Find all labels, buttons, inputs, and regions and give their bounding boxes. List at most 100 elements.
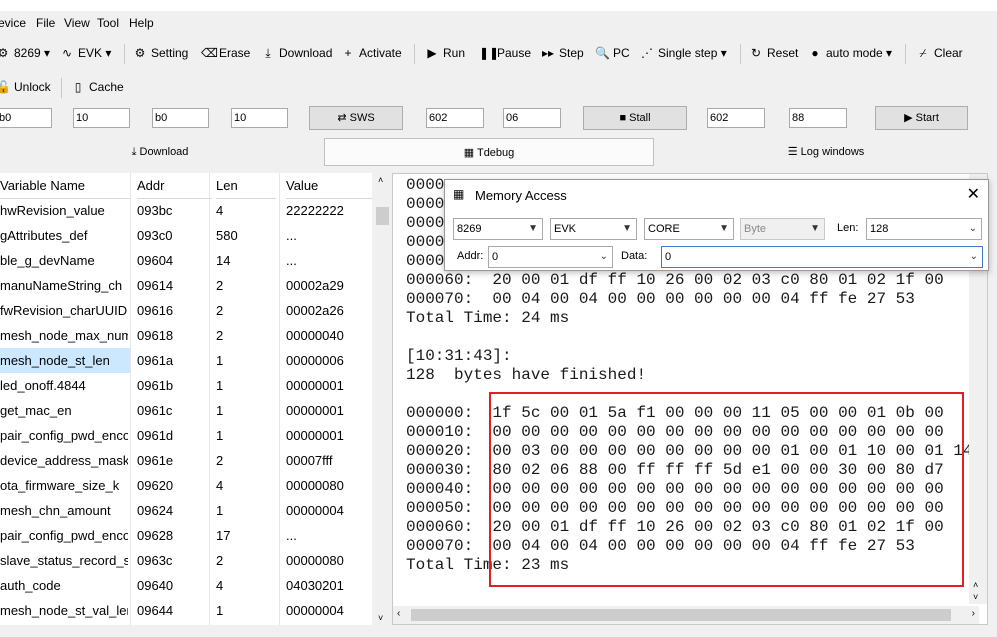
menu-view[interactable]: View xyxy=(64,14,90,32)
table-row[interactable]: pair_config_pwd_encode 09628 17... xyxy=(0,523,372,548)
scroll-down-icon[interactable]: ˅ xyxy=(378,613,383,623)
scroll-right-icon[interactable]: › xyxy=(972,608,975,619)
table-row[interactable]: ota_firmware_size_k 09620 4 00000080 xyxy=(0,473,372,498)
clear-button[interactable]: ⌿ Clear xyxy=(916,40,963,66)
scroll-up-icon[interactable]: ˄ xyxy=(378,175,383,185)
clear-label: Clear xyxy=(934,46,963,60)
table-row[interactable]: led_onoff.4844 0961b 1 00000001 xyxy=(0,373,372,398)
highlight-box xyxy=(489,392,964,587)
scroll-left-icon[interactable]: ‹ xyxy=(397,608,400,619)
single-step-button[interactable]: ⋰ Single step ▾ xyxy=(640,40,727,66)
table-row[interactable]: fwRevision_charUUID 09616 2 00002a26 xyxy=(0,298,372,323)
menu-bar: evice File View Tool Help xyxy=(0,14,997,32)
log-horizontal-scrollbar[interactable]: ‹ › xyxy=(393,606,979,624)
param-field-1[interactable]: b0 xyxy=(0,108,52,128)
tab-log-windows[interactable]: ☰ Log windows xyxy=(656,138,996,166)
table-row[interactable]: ble_g_devName 09604 14... xyxy=(0,248,372,273)
table-row[interactable]: mesh_node_max_num 09618 2 00000040 xyxy=(0,323,372,348)
setting-button[interactable]: ⚙ Setting xyxy=(133,40,189,66)
region-combo[interactable]: CORE ▼ xyxy=(644,218,734,240)
column-header-addr[interactable]: Addr xyxy=(137,173,212,199)
start-button[interactable]: ▶ Start xyxy=(875,106,968,130)
table-row[interactable]: manuNameString_ch 09614 2 00002a29 xyxy=(0,273,372,298)
table-row[interactable]: slave_status_record_size 0963c 2 00000080 xyxy=(0,548,372,573)
h-scroll-thumb[interactable] xyxy=(411,609,951,621)
table-row[interactable]: mesh_node_st_val_len 09644 1 00000004 xyxy=(0,598,372,623)
unlock-button[interactable]: 🔓 Unlock xyxy=(0,74,51,100)
stall-button[interactable]: ■ Stall xyxy=(583,106,687,130)
board-select[interactable]: ∿ EVK ▾ xyxy=(60,40,111,66)
erase-button[interactable]: ⌫Erase xyxy=(201,40,250,66)
table-row[interactable]: get_mac_en 0961c 1 00000001 xyxy=(0,398,372,423)
activate-button[interactable]: + Activate xyxy=(341,40,401,66)
table-row[interactable]: auth_code 09640 4 04030201 xyxy=(0,573,372,598)
chevron-down-icon: ⌄ xyxy=(968,223,977,234)
table-vertical-scrollbar[interactable]: ˄ ˅ xyxy=(374,173,391,625)
menu-device[interactable]: evice xyxy=(0,14,26,32)
param-field-7[interactable]: 602 xyxy=(707,108,765,128)
search-icon: 🔍 xyxy=(595,46,610,60)
chevron-down-icon: ⌄ xyxy=(969,251,978,262)
scroll-up-icon[interactable]: ˄ xyxy=(973,580,978,590)
menu-file[interactable]: File xyxy=(36,14,55,32)
chevron-down-icon: ▼ xyxy=(622,223,632,234)
column-header-variable-name[interactable]: Variable Name xyxy=(0,173,130,199)
cell-value: 00000004 xyxy=(286,503,344,518)
addr-combo[interactable]: 0 ⌄ xyxy=(488,246,613,268)
table-row[interactable]: mesh_chn_amount 09624 1 00000004 xyxy=(0,498,372,523)
cache-label: Cache xyxy=(89,80,124,94)
table-row[interactable]: mesh_node_st_len 0961a 1 00000006 xyxy=(0,348,372,373)
table-row[interactable]: gAttributes_def 093c0 580... xyxy=(0,223,372,248)
chip-value: 8269 xyxy=(457,223,482,235)
column-header-value[interactable]: Value xyxy=(286,173,372,199)
len-combo[interactable]: 128 ⌄ xyxy=(866,218,982,240)
cell-variable-name: pair_config_pwd_encode xyxy=(0,428,128,443)
param-field-3[interactable]: b0 xyxy=(152,108,209,128)
table-row[interactable]: hwRevision_value 093bc 4 22222222 xyxy=(0,198,372,223)
menu-help[interactable]: Help xyxy=(129,14,154,32)
column-header-len[interactable]: Len xyxy=(216,173,276,199)
scroll-down-icon[interactable]: ˅ xyxy=(973,592,978,602)
stop-icon: ■ xyxy=(619,112,627,124)
close-icon[interactable]: ✕ xyxy=(967,184,980,204)
cell-variable-name: mesh_node_st_len xyxy=(0,353,110,368)
pc-button[interactable]: 🔍 PC xyxy=(595,40,630,66)
chip-combo[interactable]: 8269 ▼ xyxy=(453,218,543,240)
scroll-thumb[interactable] xyxy=(376,207,389,225)
param-field-4[interactable]: 10 xyxy=(231,108,288,128)
len-label: Len: xyxy=(837,222,859,234)
single-step-label: Single step xyxy=(658,46,718,60)
cell-addr: 09644 xyxy=(137,603,174,618)
addr-label: Addr: xyxy=(457,250,484,262)
param-field-5[interactable]: 602 xyxy=(426,108,484,128)
auto-mode-icon: ● xyxy=(811,46,819,60)
menu-tool[interactable]: Tool xyxy=(97,14,119,32)
cell-addr: 0961d xyxy=(137,428,174,443)
pause-button[interactable]: ❚❚Pause xyxy=(479,40,531,66)
data-combo[interactable]: 0 ⌄ xyxy=(661,246,983,268)
download-icon: ⤓ xyxy=(265,46,271,60)
param-field-2[interactable]: 10 xyxy=(73,108,130,128)
param-field-6[interactable]: 06 xyxy=(503,108,561,128)
download-button[interactable]: ⤓ Download xyxy=(261,40,332,66)
step-icon: ▸▸ xyxy=(541,46,555,60)
log-line: 000060: 20 00 01 df ff 10 26 00 02 03 c0… xyxy=(406,271,944,289)
unit-value: Byte xyxy=(744,223,767,235)
table-row[interactable]: device_address_mask 0961e 2 00007fff xyxy=(0,448,372,473)
tab-download[interactable]: ⤓ Download xyxy=(0,138,320,166)
log-line: 128 bytes have finished! xyxy=(406,366,647,384)
memory-icon: ▦ xyxy=(453,187,465,201)
table-row[interactable]: pair_config_pwd_encode 0961d 1 00000001 xyxy=(0,423,372,448)
download-icon: ⤓ xyxy=(131,146,137,158)
param-field-8[interactable]: 88 xyxy=(789,108,847,128)
board-combo[interactable]: EVK ▼ xyxy=(550,218,637,240)
reset-button[interactable]: ↻ Reset xyxy=(749,40,798,66)
sws-button[interactable]: ⇄ SWS xyxy=(309,106,403,130)
run-button[interactable]: ▶ Run xyxy=(425,40,465,66)
auto-mode-button[interactable]: ● auto mode ▾ xyxy=(808,40,892,66)
step-button[interactable]: ▸▸ Step xyxy=(541,40,584,66)
cache-button[interactable]: ▯ Cache xyxy=(71,74,124,100)
chip-select[interactable]: ⚙ 8269 ▾ xyxy=(0,40,50,66)
log-line: 000070: 00 04 00 04 00 00 00 00 00 00 04… xyxy=(406,290,915,308)
tab-tdebug[interactable]: ▦ Tdebug xyxy=(324,138,654,166)
